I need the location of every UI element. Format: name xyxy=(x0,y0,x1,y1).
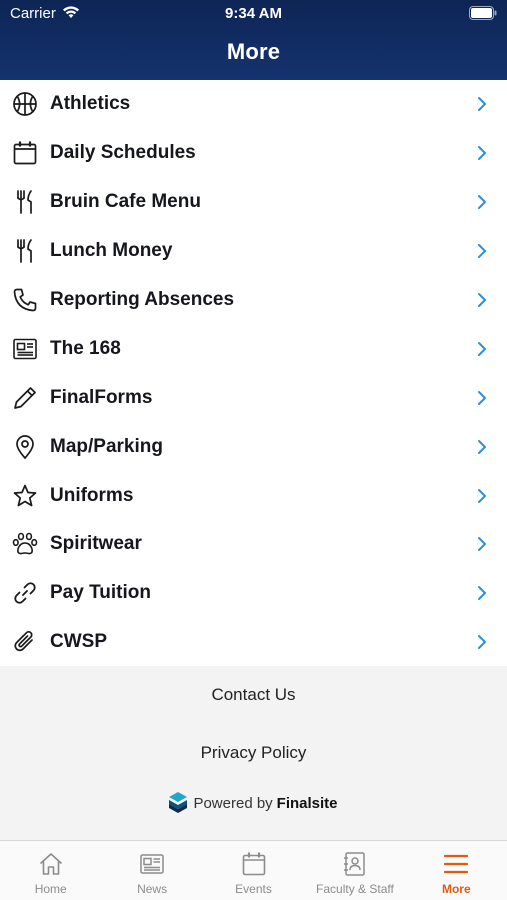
menu-item-label: Lunch Money xyxy=(50,240,173,262)
tab-label: Events xyxy=(235,882,272,896)
tab-events[interactable]: Events xyxy=(203,841,304,900)
chevron-right-icon xyxy=(478,635,486,650)
status-bar: Carrier 9:34 AM xyxy=(0,0,507,28)
menu-item-athletics[interactable]: Athletics xyxy=(0,80,507,129)
top-header: Carrier 9:34 AM More xyxy=(0,0,507,80)
menu-item-label: Spiritwear xyxy=(50,533,142,555)
utensils-icon xyxy=(12,189,38,215)
menu-item-spiritwear[interactable]: Spiritwear xyxy=(0,520,507,569)
menu-item-label: FinalForms xyxy=(50,386,153,408)
menu-item-map-parking[interactable]: Map/Parking xyxy=(0,422,507,471)
privacy-policy-link[interactable]: Privacy Policy xyxy=(0,743,507,763)
tab-home[interactable]: Home xyxy=(0,841,101,900)
pencil-icon xyxy=(12,385,38,411)
news-icon xyxy=(140,854,164,874)
finalsite-brand-label: Finalsite xyxy=(276,794,338,812)
calendar-icon xyxy=(242,852,265,876)
menu-item-label: Map/Parking xyxy=(50,435,163,457)
menu-item-reporting-absences[interactable]: Reporting Absences xyxy=(0,276,507,325)
chevron-right-icon xyxy=(478,390,486,405)
tab-label: More xyxy=(441,882,471,896)
chevron-right-icon xyxy=(478,341,486,356)
link-icon xyxy=(12,580,38,606)
calendar-icon xyxy=(12,140,38,166)
menu-item-label: Daily Schedules xyxy=(50,142,196,164)
chevron-right-icon xyxy=(478,195,486,210)
chevron-right-icon xyxy=(478,537,486,552)
tab-news[interactable]: News xyxy=(101,841,202,900)
more-menu-list: Athletics Daily Schedules Bruin Cafe Men… xyxy=(0,80,507,667)
menu-item-bruin-cafe-menu[interactable]: Bruin Cafe Menu xyxy=(0,178,507,227)
chevron-right-icon xyxy=(478,293,486,307)
phone-icon xyxy=(12,287,38,313)
menu-item-lunch-money[interactable]: Lunch Money xyxy=(0,227,507,276)
home-icon xyxy=(39,853,62,875)
bottom-tab-bar: Home News Events Faculty & Staff More xyxy=(0,840,507,900)
chevron-right-icon xyxy=(478,488,486,503)
battery-icon xyxy=(469,6,497,20)
chevron-right-icon xyxy=(478,439,486,454)
star-icon xyxy=(12,483,38,509)
tab-faculty-staff[interactable]: Faculty & Staff xyxy=(304,841,405,900)
contact-us-link[interactable]: Contact Us xyxy=(0,685,507,705)
menu-item-label: Pay Tuition xyxy=(50,582,151,604)
finalsite-logo-icon xyxy=(169,792,188,813)
menu-item-the-168[interactable]: The 168 xyxy=(0,324,507,373)
menu-item-label: Uniforms xyxy=(50,484,134,506)
menu-item-label: Reporting Absences xyxy=(50,289,235,310)
menu-item-uniforms[interactable]: Uniforms xyxy=(0,471,507,520)
menu-item-label: The 168 xyxy=(50,337,121,359)
paperclip-icon xyxy=(12,629,38,655)
menu-item-cwsp[interactable]: CWSP xyxy=(0,618,507,667)
tab-more[interactable]: More xyxy=(406,841,507,900)
chevron-right-icon xyxy=(478,97,486,112)
menu-item-label: CWSP xyxy=(50,631,107,653)
footer-links-area: Contact Us Privacy Policy Powered by Fin… xyxy=(0,666,507,840)
menu-item-label: Bruin Cafe Menu xyxy=(50,191,201,213)
chevron-right-icon xyxy=(478,146,486,161)
powered-by-finalsite[interactable]: Powered by Finalsite xyxy=(0,792,507,814)
menu-item-finalforms[interactable]: FinalForms xyxy=(0,373,507,422)
paw-icon xyxy=(12,531,38,557)
tab-label: Faculty & Staff xyxy=(316,882,394,896)
utensils-icon xyxy=(12,238,38,264)
contact-book-icon xyxy=(343,852,365,876)
page-title: More xyxy=(226,39,281,64)
menu-item-label: Athletics xyxy=(50,93,131,115)
status-time: 9:34 AM xyxy=(225,5,282,22)
menu-item-daily-schedules[interactable]: Daily Schedules xyxy=(0,129,507,178)
tab-label: Home xyxy=(34,882,67,896)
map-pin-icon xyxy=(12,434,38,460)
newspaper-icon xyxy=(12,336,38,362)
powered-by-label: Powered by xyxy=(193,794,273,812)
basketball-icon xyxy=(12,91,38,117)
menu-item-pay-tuition[interactable]: Pay Tuition xyxy=(0,569,507,618)
hamburger-menu-icon xyxy=(444,854,469,874)
tab-label: News xyxy=(137,882,168,896)
chevron-right-icon xyxy=(478,244,486,259)
chevron-right-icon xyxy=(478,586,486,601)
